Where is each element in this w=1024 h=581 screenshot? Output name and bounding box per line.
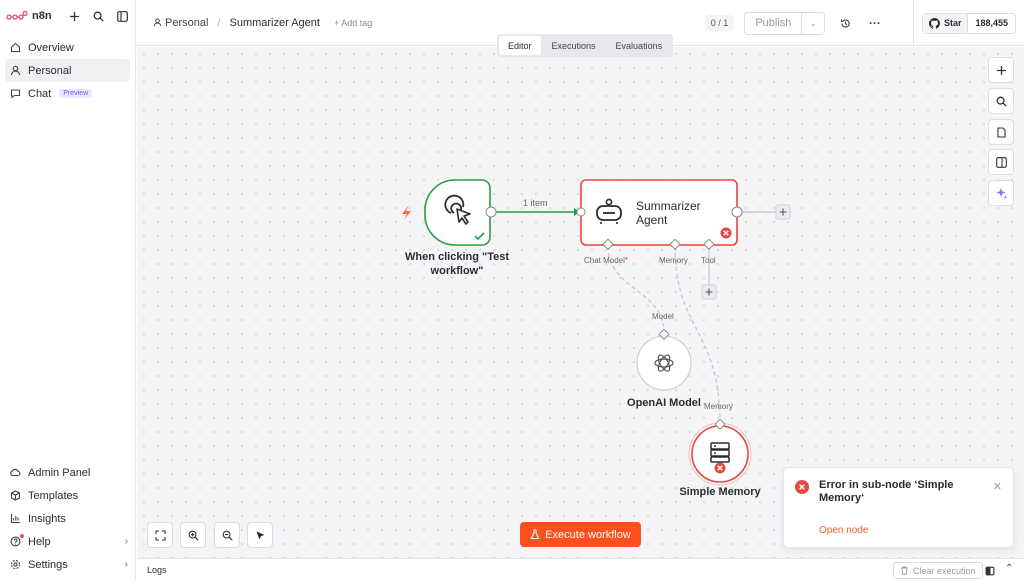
- openai-model-node[interactable]: [636, 335, 692, 391]
- lightning-icon: [402, 205, 411, 220]
- chat-model-port-label: Chat Model*: [584, 256, 629, 265]
- panel-icon: [995, 156, 1007, 168]
- pointer-mode-button[interactable]: [247, 522, 273, 548]
- clear-execution-label: Clear execution: [913, 565, 976, 576]
- model-input-label: Model: [652, 312, 674, 321]
- tab-editor[interactable]: Editor: [499, 36, 541, 55]
- add-tool-plus-icon[interactable]: [701, 284, 717, 300]
- plus-icon: [996, 65, 1006, 75]
- memory-input-label: Memory: [704, 402, 733, 411]
- tool-port-label: Tool: [701, 256, 716, 265]
- search-nodes-button[interactable]: [988, 88, 1014, 114]
- execute-workflow-button[interactable]: Execute workflow: [520, 522, 641, 547]
- ai-assistant-button[interactable]: [988, 180, 1014, 206]
- search-icon: [996, 96, 1007, 107]
- zoom-in-button[interactable]: [180, 522, 206, 548]
- clear-execution-button[interactable]: Clear execution: [893, 562, 983, 579]
- tab-executions[interactable]: Executions: [543, 36, 605, 55]
- trash-icon: [901, 566, 908, 575]
- tab-evaluations[interactable]: Evaluations: [607, 36, 672, 55]
- trigger-output-port[interactable]: [485, 206, 497, 218]
- trigger-node-label: When clicking "Test workflow": [404, 251, 510, 277]
- cursor-icon: [256, 531, 264, 539]
- agent-output-port[interactable]: [731, 206, 743, 218]
- openai-node-label: OpenAI Model: [627, 397, 701, 409]
- agent-node-label: Summarizer Agent: [636, 199, 701, 227]
- memory-port-label: Memory: [659, 256, 688, 265]
- flask-icon: [530, 529, 540, 540]
- fit-view-icon: [154, 529, 166, 541]
- logs-panel-icon[interactable]: [985, 565, 995, 579]
- agent-input-port[interactable]: [576, 207, 586, 217]
- add-node-button[interactable]: [988, 57, 1014, 83]
- logs-bar[interactable]: Logs Clear execution ⌃: [137, 558, 1024, 581]
- fit-view-button[interactable]: [147, 522, 173, 548]
- sparkle-icon: [996, 187, 1007, 199]
- view-tabs: Editor Executions Evaluations: [497, 34, 674, 57]
- execute-workflow-label: Execute workflow: [545, 528, 631, 541]
- memory-node-label: Simple Memory: [679, 486, 761, 498]
- n8n-app: n8n Overview Personal Chat Preview Admin…: [0, 0, 1024, 581]
- zoom-out-icon: [222, 530, 233, 541]
- error-toast: Error in sub-node ‘Simple Memory‘ ✕ Open…: [783, 467, 1014, 548]
- note-icon: [996, 126, 1006, 138]
- logs-label: Logs: [147, 565, 167, 575]
- open-node-link[interactable]: Open node: [819, 525, 869, 536]
- connection-item-count: 1 item: [523, 198, 548, 208]
- add-output-plus-icon[interactable]: [775, 204, 791, 220]
- close-icon[interactable]: ✕: [993, 480, 1002, 493]
- chevron-up-icon[interactable]: ⌃: [1005, 563, 1013, 574]
- toast-title: Error in sub-node ‘Simple Memory‘: [819, 479, 954, 504]
- required-marker: *: [624, 256, 629, 265]
- toggle-panel-button[interactable]: [988, 149, 1014, 175]
- error-icon: [795, 480, 809, 494]
- zoom-out-button[interactable]: [214, 522, 240, 548]
- sticky-note-button[interactable]: [988, 119, 1014, 145]
- zoom-in-icon: [188, 530, 199, 541]
- simple-memory-node[interactable]: [691, 425, 749, 483]
